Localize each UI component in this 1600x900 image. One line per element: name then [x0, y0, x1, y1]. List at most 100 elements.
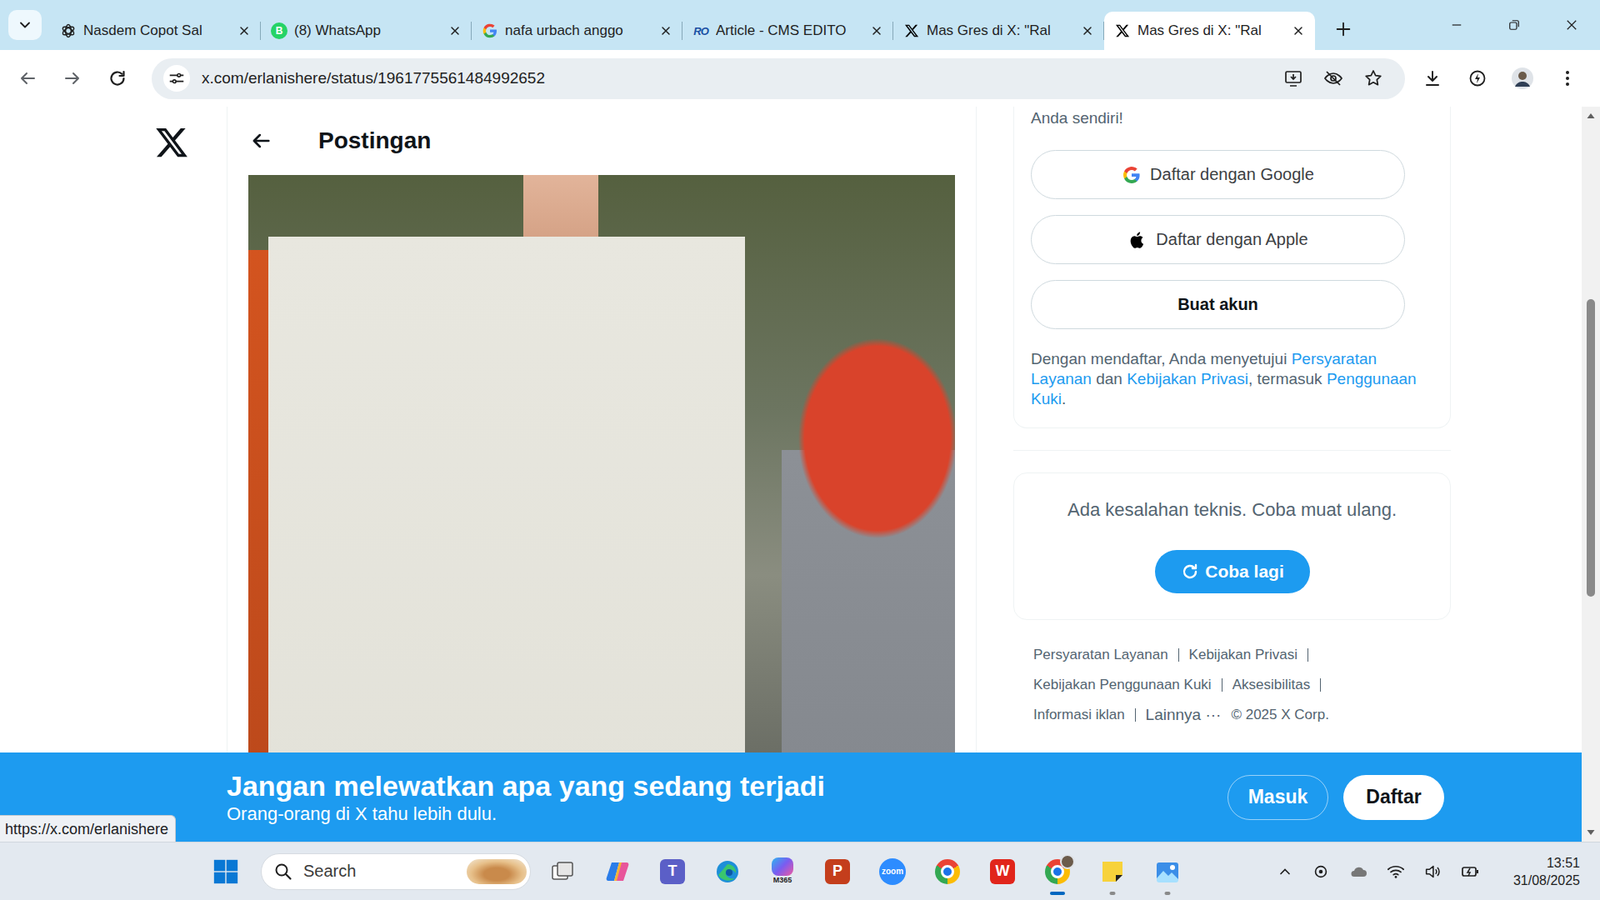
- close-tab-icon[interactable]: [448, 24, 462, 38]
- signup-button[interactable]: Daftar dengan Apple: [1030, 215, 1405, 265]
- taskbar-search[interactable]: Search: [260, 853, 531, 890]
- taskbar-app[interactable]: P: [812, 846, 863, 897]
- signup-button[interactable]: Buat akun: [1030, 280, 1405, 330]
- clock[interactable]: 13:5131/08/2025: [1513, 854, 1580, 890]
- footer-link[interactable]: Kebijakan Privasi: [1189, 645, 1309, 665]
- browser-tab[interactable]: Mas Gres di X: "Ral: [1104, 11, 1315, 50]
- taskbar-app[interactable]: T: [647, 846, 698, 897]
- scroll-up-icon[interactable]: [1585, 111, 1596, 120]
- scroll-down-icon[interactable]: [1585, 828, 1596, 837]
- taskbar-app[interactable]: [537, 846, 588, 897]
- menu-button[interactable]: [1550, 60, 1585, 96]
- close-tab-icon[interactable]: [1291, 24, 1305, 38]
- close-tab-icon[interactable]: [659, 24, 673, 38]
- reload-button[interactable]: [100, 60, 135, 96]
- downloads-button[interactable]: [1415, 60, 1450, 96]
- favicon: RO: [692, 22, 710, 40]
- address-bar[interactable]: x.com/erlanishere/status/196177556148499…: [151, 58, 1405, 100]
- zoom-icon: zoom: [879, 858, 906, 885]
- x-logo-icon[interactable]: [154, 125, 190, 160]
- battery-icon[interactable]: [1460, 861, 1480, 882]
- wifi-icon[interactable]: [1386, 862, 1405, 881]
- browser-tab[interactable]: Mas Gres di X: "Ral: [893, 11, 1105, 50]
- post-photo[interactable]: [248, 175, 955, 842]
- taskbar-app[interactable]: [1087, 846, 1138, 897]
- powerpoint-icon: P: [825, 859, 850, 885]
- location-icon[interactable]: [1311, 862, 1330, 881]
- chrome-icon: [935, 859, 960, 885]
- back-arrow-icon[interactable]: [249, 129, 273, 153]
- banner-subtitle: Orang-orang di X tahu lebih dulu.: [226, 802, 1228, 826]
- site-info-button[interactable]: [163, 65, 190, 92]
- minimize-button[interactable]: [1427, 0, 1485, 50]
- cms-icon: RO: [693, 25, 709, 38]
- forward-button[interactable]: [55, 60, 90, 96]
- taskbar-app[interactable]: M365: [757, 846, 808, 897]
- restore-button[interactable]: [1485, 0, 1543, 50]
- browser-tab[interactable]: nafa urbach anggo: [471, 11, 683, 50]
- google-icon: [481, 22, 499, 40]
- retry-button[interactable]: Coba lagi: [1155, 550, 1310, 594]
- performance-button[interactable]: [1460, 60, 1495, 96]
- taskbar-app[interactable]: [702, 846, 753, 897]
- install-app-icon[interactable]: [1283, 68, 1304, 89]
- taskbar-app[interactable]: [922, 846, 973, 897]
- taskbar-app[interactable]: zoom: [867, 846, 918, 897]
- error-card: Ada kesalahan teknis. Coba muat ulang.Co…: [1013, 472, 1451, 620]
- terms-segment: .: [1061, 390, 1066, 408]
- banner-text: Jangan melewatkan apa yang sedang terjad…: [226, 769, 1228, 826]
- teams-icon: T: [660, 859, 685, 885]
- signup-button[interactable]: Daftar dengan Google: [1030, 150, 1405, 200]
- start-button[interactable]: [205, 851, 246, 892]
- signup-buttons: Daftar dengan Google Daftar dengan Apple B…: [1030, 150, 1434, 330]
- star-icon[interactable]: [1363, 68, 1384, 89]
- taskbar-app[interactable]: W: [977, 846, 1028, 897]
- running-indicator: [1050, 891, 1065, 895]
- back-button[interactable]: [10, 60, 45, 96]
- volume-icon[interactable]: [1423, 862, 1442, 881]
- close-tab-icon[interactable]: [1080, 24, 1095, 38]
- whatsapp-icon: B: [270, 22, 288, 40]
- tab-title: nafa urbach anggo: [505, 22, 653, 40]
- cloud-icon[interactable]: [1348, 861, 1369, 882]
- terms-link[interactable]: Kebijakan Privasi: [1126, 370, 1249, 388]
- close-tab-icon[interactable]: [237, 24, 251, 38]
- eye-off-icon[interactable]: [1323, 68, 1344, 89]
- scrollbar[interactable]: [1581, 106, 1600, 842]
- banner-buttons: Masuk Daftar: [1227, 775, 1445, 820]
- chevron-up-icon[interactable]: [1276, 863, 1294, 880]
- close-tab-icon[interactable]: [870, 24, 884, 38]
- taskbar-app[interactable]: [592, 846, 643, 897]
- footer-link[interactable]: Persyaratan Layanan: [1033, 645, 1180, 665]
- browser-tab[interactable]: B(8) WhatsApp: [260, 11, 472, 50]
- photos-icon: [1154, 858, 1181, 885]
- toolbar: x.com/erlanishere/status/196177556148499…: [0, 50, 1600, 107]
- browser-tab[interactable]: ROArticle - CMS EDITO: [682, 11, 894, 50]
- new-tab-button[interactable]: [1328, 14, 1359, 45]
- close-window-button[interactable]: [1542, 0, 1600, 50]
- url-text[interactable]: x.com/erlanishere/status/196177556148499…: [201, 69, 1272, 88]
- sticky-notes-icon: [1099, 858, 1126, 885]
- banner-button[interactable]: Daftar: [1343, 775, 1445, 820]
- taskbar-app[interactable]: [1142, 846, 1193, 897]
- taskbar: Search T M365 Pzoom W 13:5131/08/2025: [0, 841, 1600, 900]
- x-logo-icon: [1115, 23, 1130, 39]
- window-controls: [1427, 0, 1600, 50]
- task-view-icon: [549, 858, 576, 885]
- footer-link[interactable]: Kebijakan Penggunaan Kuki: [1033, 675, 1223, 695]
- taskbar-app[interactable]: [1032, 846, 1083, 897]
- time: 13:51: [1546, 854, 1580, 872]
- more-link[interactable]: Lainnya ···: [1145, 705, 1222, 725]
- scrollbar-thumb[interactable]: [1586, 299, 1595, 597]
- running-indicator: [1110, 891, 1116, 895]
- button-label: Daftar dengan Google: [1150, 165, 1315, 185]
- banner-button[interactable]: Masuk: [1227, 775, 1329, 820]
- profile-button[interactable]: [1505, 60, 1540, 96]
- terms-segment: , termasuk: [1248, 370, 1327, 388]
- footer-link[interactable]: Aksesibilitas: [1232, 675, 1322, 695]
- footer-link[interactable]: Informasi iklan: [1033, 705, 1136, 725]
- tab-search-button[interactable]: [8, 10, 42, 40]
- browser-tab[interactable]: Nasdem Copot Sal: [50, 11, 261, 50]
- favicon: [903, 22, 920, 40]
- search-placeholder: Search: [303, 861, 457, 881]
